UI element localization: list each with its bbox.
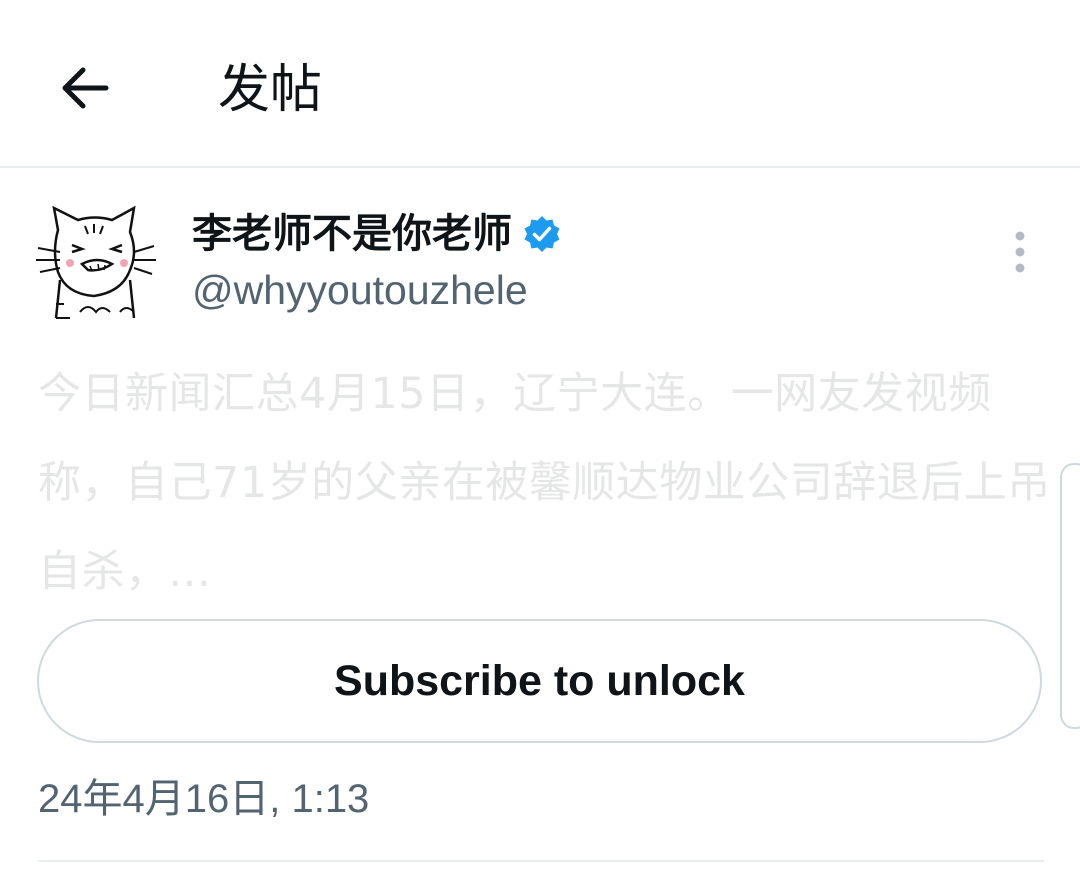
arrow-left-icon [62,67,109,109]
author-handle[interactable]: @whyyoutouzhele [192,264,528,316]
post-text-preview: 今日新闻汇总4月15日，辽宁大连。一网友发视频称，自己71岁的父亲在被馨顺达物业… [38,369,1051,597]
post-timestamp: 24年4月16日, 1:13 [38,777,370,821]
vertical-dots-icon [1015,231,1025,273]
top-bar: 发帖 [0,0,1080,168]
author-display-name: 李老师不是你老师 [192,211,512,257]
avatar[interactable] [30,200,160,330]
scrollbar[interactable] [1060,463,1080,729]
page-title: 发帖 [218,60,323,120]
author-name[interactable]: 李老师不是你老师 [192,206,562,262]
verified-badge-icon [524,216,560,252]
subscribe-label: Subscribe to unlock [334,656,745,705]
more-options-button[interactable] [996,228,1044,276]
divider [38,860,1044,862]
cat-avatar-icon [36,205,156,319]
back-button[interactable] [44,48,124,128]
subscribe-to-unlock-button[interactable]: Subscribe to unlock [37,619,1042,743]
